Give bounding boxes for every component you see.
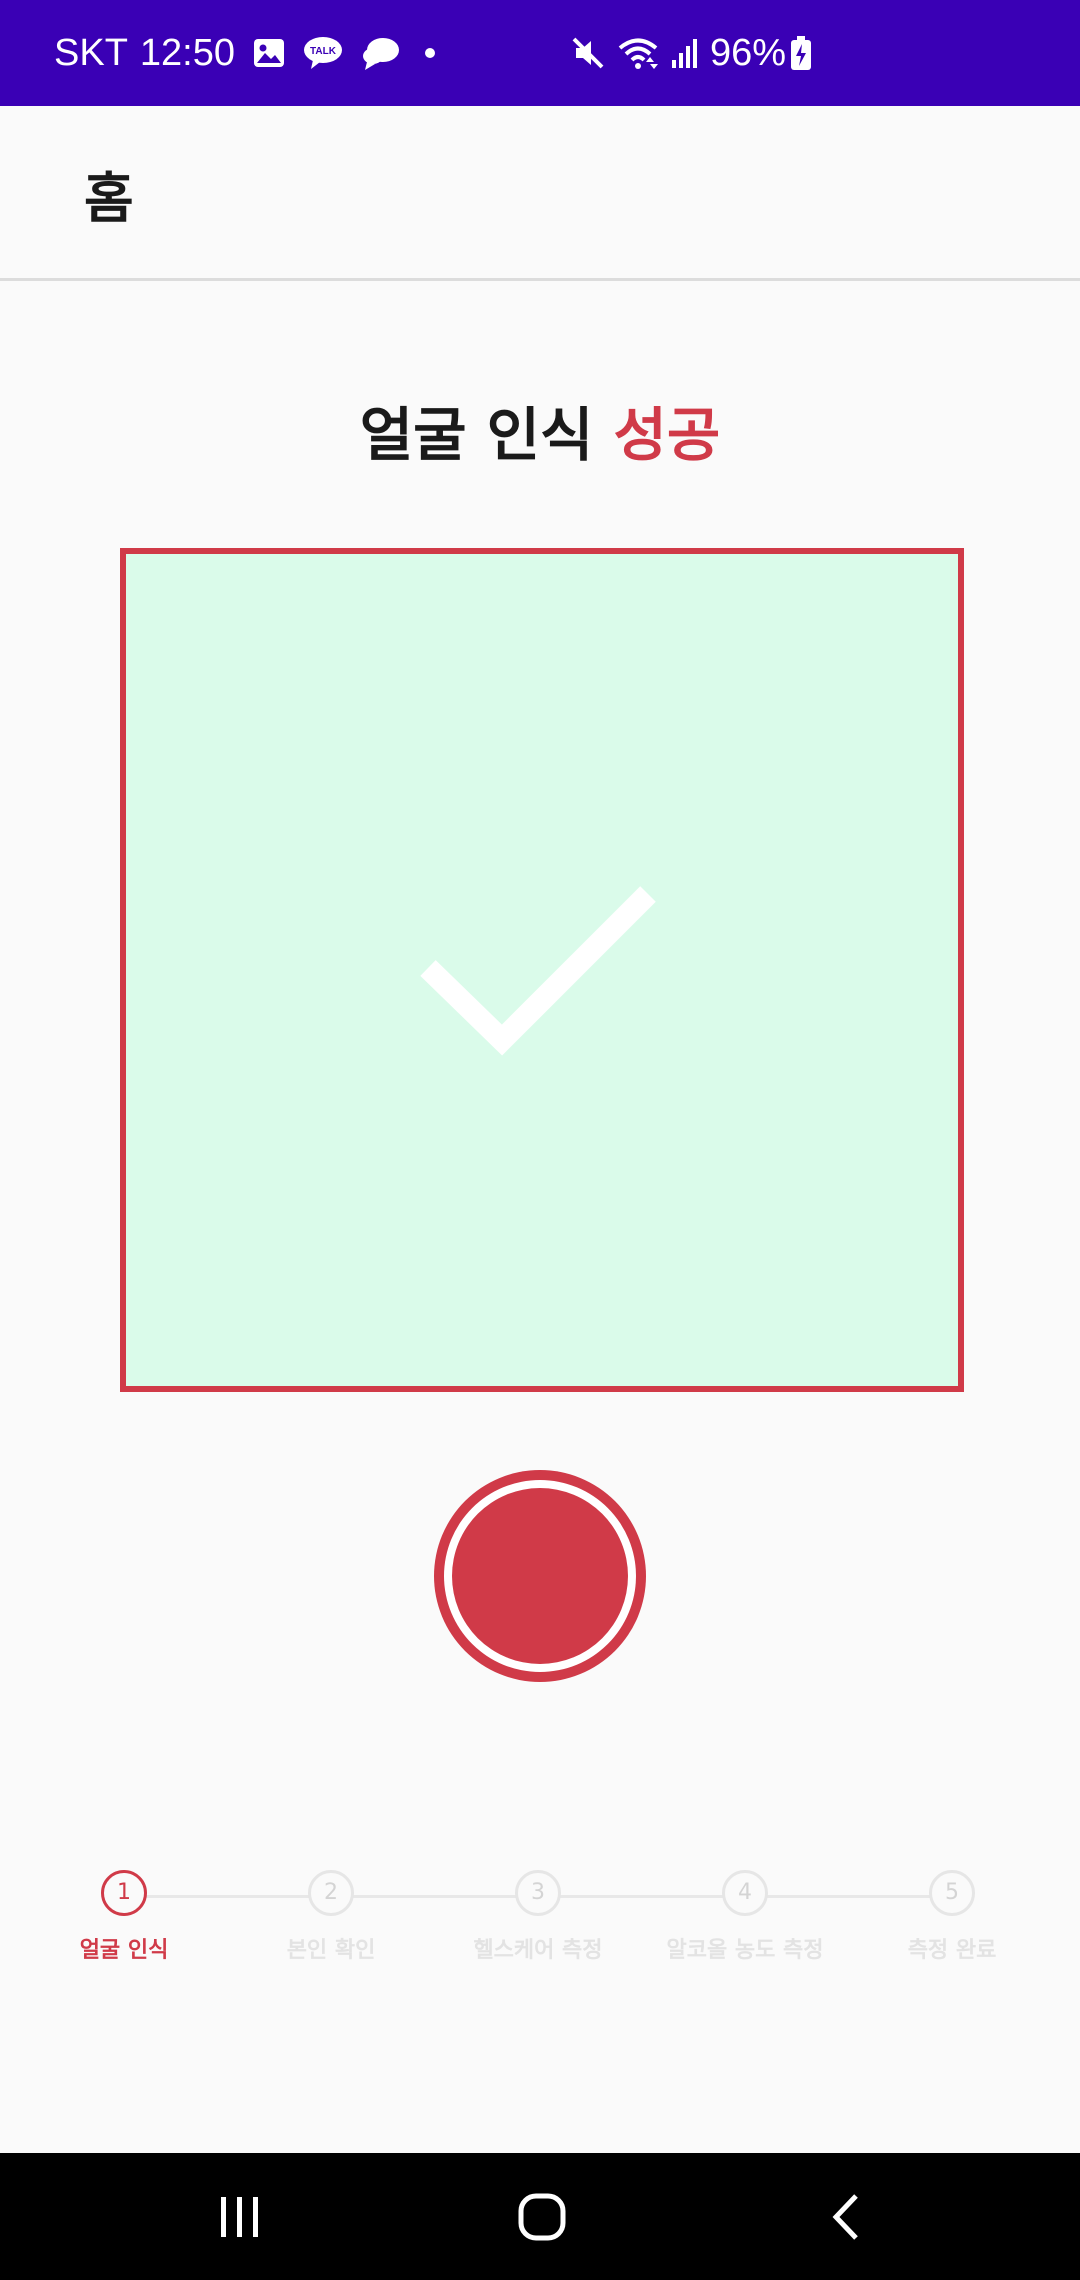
dot-icon: [419, 42, 441, 64]
step-3-label: 헬스케어 측정: [473, 1938, 603, 1963]
step-4-label: 알코올 농도 측정: [666, 1938, 824, 1963]
record-button-core: [452, 1488, 628, 1664]
clock: 12:50: [139, 31, 235, 74]
svg-text:TALK: TALK: [310, 46, 337, 57]
app-bar: 홈: [0, 106, 1080, 281]
battery-charging-icon: [790, 35, 812, 71]
headline-prefix: 얼굴 인식: [359, 401, 614, 469]
step-4-circle: 4: [722, 1870, 768, 1916]
step-5-label: 측정 완료: [907, 1938, 997, 1963]
check-icon: [420, 886, 656, 1056]
status-right: 96%: [570, 0, 822, 106]
chat-bubble-icon: [361, 36, 401, 70]
step-4: 4 알코올 농도 측정: [645, 1870, 845, 1964]
recognition-status-headline: 얼굴 인식 성공: [0, 388, 1080, 472]
status-left: SKT 12:50 TALK: [54, 0, 441, 106]
page-title: 홈: [84, 167, 134, 230]
step-1-label: 얼굴 인식: [79, 1938, 169, 1963]
signal-icon: [670, 36, 700, 70]
gallery-icon: [253, 38, 285, 68]
progress-stepper: 1 얼굴 인식 2 본인 확인 3 헬스케어 측정 4 알코올 농도 측정 5 …: [0, 1870, 1080, 1970]
step-2: 2 본인 확인: [231, 1870, 431, 1964]
recents-icon[interactable]: [180, 2153, 300, 2280]
step-3: 3 헬스케어 측정: [438, 1870, 638, 1964]
home-icon[interactable]: [482, 2153, 602, 2280]
record-button[interactable]: [434, 1470, 646, 1682]
battery-percent: 96%: [710, 31, 787, 74]
status-bar: SKT 12:50 TALK 96%: [0, 0, 1080, 106]
kakaotalk-icon: TALK: [303, 36, 343, 70]
headline-accent: 성공: [613, 401, 721, 469]
step-3-circle: 3: [515, 1870, 561, 1916]
wifi-icon: [616, 35, 660, 71]
step-1: 1 얼굴 인식: [24, 1870, 224, 1964]
step-2-circle: 2: [308, 1870, 354, 1916]
step-5: 5 측정 완료: [852, 1870, 1052, 1964]
mute-icon: [570, 35, 606, 71]
step-1-circle: 1: [101, 1870, 147, 1916]
step-2-label: 본인 확인: [286, 1938, 376, 1963]
record-button-ring: [444, 1480, 636, 1672]
system-nav-bar: [0, 2153, 1080, 2280]
back-icon[interactable]: [786, 2153, 906, 2280]
step-5-circle: 5: [929, 1870, 975, 1916]
carrier-label: SKT: [54, 31, 128, 74]
